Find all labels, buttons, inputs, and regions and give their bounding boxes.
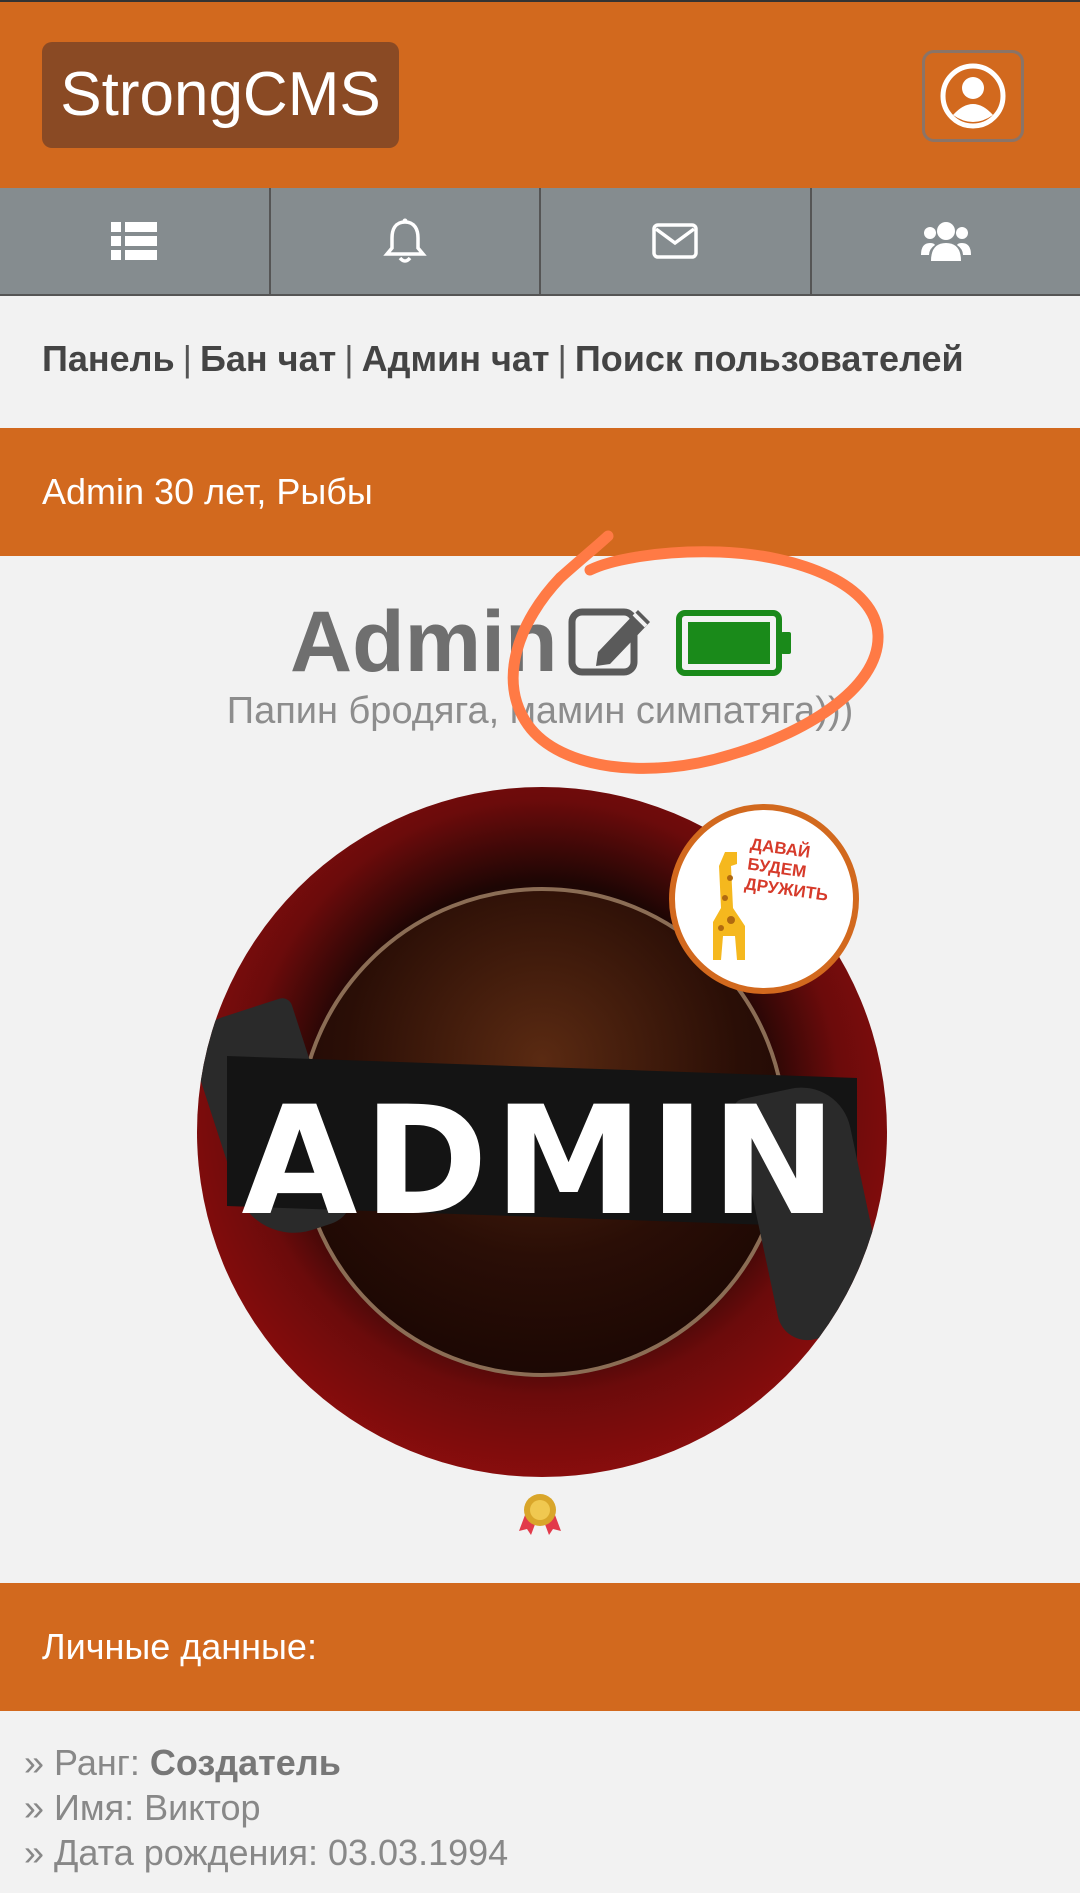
site-logo[interactable]: StrongCMS [42,42,399,148]
bell-icon [383,218,427,263]
birthdate-value: 03.03.1994 [327,1832,509,1873]
separator: | [344,338,354,379]
link-panel[interactable]: Панель [42,338,175,379]
rank-row: » Ранг: Создатель [24,1742,341,1783]
user-circle-icon [940,63,1006,129]
nav-messages[interactable] [541,188,812,294]
profile-button[interactable] [922,50,1024,142]
envelope-icon [652,223,698,259]
separator: | [557,338,567,379]
list-icon [111,222,158,260]
personal-data-header: Личные данные: [0,1583,1080,1711]
name-value: Виктор [144,1787,261,1828]
rank-value: Создатель [149,1742,341,1783]
link-ban-chat[interactable]: Бан чат [200,338,336,379]
highlight-annotation [507,530,884,774]
medal-icon[interactable] [517,1493,563,1535]
users-icon [920,222,971,261]
name-row: » Имя: Виктор [24,1787,261,1828]
avatar-text: ADMIN [241,1075,843,1249]
sticker-text: ДАВАЙ БУДЕМ ДРУЖИТЬ [743,834,830,905]
admin-links: Панель | Бан чат | Админ чат | Поиск пользоват… [42,338,964,380]
friendship-sticker[interactable]: ДАВАЙ БУДЕМ ДРУЖИТЬ [669,804,859,994]
birthdate-row: » Дата рождения: 03.03.1994 [24,1832,509,1873]
separator: | [182,338,193,379]
app-header: StrongCMS [0,0,1080,188]
link-admin-chat[interactable]: Админ чат [362,338,550,379]
top-nav [0,188,1080,296]
nav-users[interactable] [812,188,1080,294]
nav-menu[interactable] [0,188,271,294]
link-user-search[interactable]: Поиск пользователей [575,338,964,379]
nav-notifications[interactable] [271,188,541,294]
personal-data-list: » Ранг: Создатель » Имя: Виктор » Дата р… [24,1740,508,1875]
